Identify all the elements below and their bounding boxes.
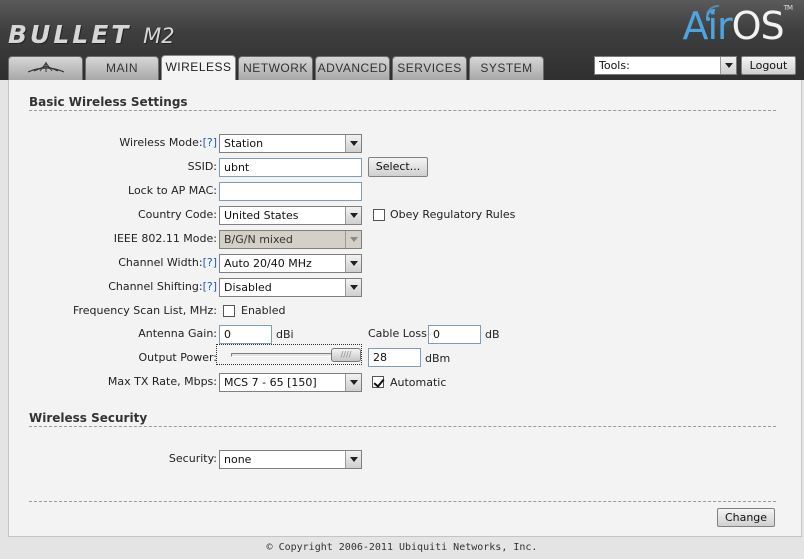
tools-select-value: Tools: [599, 59, 630, 72]
chevron-down-icon [720, 57, 736, 74]
chevron-down-icon [345, 451, 361, 468]
wireless-mode-select[interactable]: Station [219, 134, 362, 153]
ieee-mode-value: B/G/N mixed [224, 233, 293, 246]
airos-os-text: OS [731, 4, 785, 48]
airos-air-text: Air [682, 4, 732, 48]
lock-ap-mac-label: Lock to AP MAC: [128, 184, 217, 197]
footer-divider [29, 501, 776, 502]
lock-ap-mac-input[interactable] [219, 182, 362, 201]
ssid-input[interactable]: ubnt [219, 158, 362, 177]
slider-track[interactable] [231, 353, 341, 357]
tab-ubiquiti-home[interactable] [8, 56, 83, 80]
change-button[interactable]: Change [717, 508, 775, 527]
max-tx-rate-select[interactable]: MCS 7 - 65 [150] [219, 373, 362, 392]
brand-name: BULLET [8, 20, 132, 49]
automatic-rate-label: Automatic [390, 376, 447, 389]
antenna-gain-input[interactable]: 0 [219, 325, 272, 344]
cable-loss-label: Cable Loss: [368, 327, 431, 340]
output-power-input[interactable]: 28 [368, 348, 421, 367]
copyright-text: © Copyright 2006-2011 Ubiquiti Networks,… [266, 542, 538, 553]
antenna-gain-label: Antenna Gain: [138, 327, 217, 340]
security-label: Security: [168, 452, 217, 465]
chevron-down-icon [345, 374, 361, 391]
chevron-down-icon [345, 135, 361, 152]
tab-system[interactable]: SYSTEM [469, 56, 544, 80]
wireless-mode-label-text: Wireless Mode: [119, 136, 203, 149]
freq-scan-enabled-checkbox[interactable] [223, 305, 235, 317]
country-code-value: United States [224, 209, 299, 222]
cable-loss-input[interactable]: 0 [428, 325, 481, 344]
channel-shifting-select[interactable]: Disabled [219, 278, 362, 297]
tab-network[interactable]: NETWORK [238, 56, 313, 80]
brand-model: M2 [143, 24, 175, 48]
bullet-logo: BULLET M2 [8, 20, 175, 49]
tab-services[interactable]: SERVICES [392, 56, 467, 80]
wireless-mode-value: Station [224, 137, 264, 150]
country-code-label: Country Code: [137, 208, 217, 221]
tools-select[interactable]: Tools: [594, 56, 737, 75]
obey-regulatory-checkbox[interactable] [373, 209, 385, 221]
output-power-label: Output Power: [138, 351, 217, 364]
country-code-select[interactable]: United States [219, 206, 362, 225]
ssid-select-button[interactable]: Select... [368, 157, 428, 177]
wireless-mode-label: Wireless Mode:[?] [9, 136, 217, 150]
cable-loss-unit: dB [485, 328, 500, 341]
max-tx-rate-value: MCS 7 - 65 [150] [224, 376, 317, 389]
section-divider [29, 110, 776, 111]
channel-shifting-label: Channel Shifting:[?] [9, 280, 217, 294]
channel-width-value: Auto 20/40 MHz [224, 257, 312, 270]
security-select[interactable]: none [219, 450, 362, 469]
slider-thumb[interactable]: //// [331, 348, 361, 362]
logout-button[interactable]: Logout [741, 56, 796, 75]
header-bar: BULLET M2 AirOSTM MAIN WIRELESS NETWORK … [0, 0, 804, 81]
basic-wireless-title: Basic Wireless Settings [29, 95, 188, 109]
ssid-label: SSID: [187, 160, 217, 173]
chevron-down-icon [345, 279, 361, 296]
automatic-rate-checkbox[interactable] [372, 376, 384, 388]
content-panel: Basic Wireless Settings Wireless Mode:[?… [8, 80, 802, 537]
channel-shifting-value: Disabled [224, 281, 272, 294]
trademark-mark: TM [783, 4, 793, 12]
ieee-mode-label: IEEE 802.11 Mode: [113, 232, 217, 245]
section-divider [29, 426, 776, 427]
security-value: none [224, 453, 252, 466]
chevron-down-icon [345, 207, 361, 224]
channel-shifting-help-link[interactable]: [?] [203, 280, 217, 293]
ieee-mode-select: B/G/N mixed [219, 230, 362, 249]
channel-width-label-text: Channel Width: [118, 256, 203, 269]
channel-width-select[interactable]: Auto 20/40 MHz [219, 254, 362, 273]
wireless-security-title: Wireless Security [29, 411, 148, 425]
chevron-down-icon [345, 231, 361, 248]
tab-main[interactable]: MAIN [85, 56, 159, 80]
max-tx-rate-label: Max TX Rate, Mbps: [107, 375, 217, 388]
chevron-down-icon [345, 255, 361, 272]
airos-logo: AirOSTM [682, 4, 793, 48]
wireless-mode-help-link[interactable]: [?] [203, 136, 217, 149]
antenna-gain-unit: dBi [276, 328, 294, 341]
obey-regulatory-label: Obey Regulatory Rules [390, 208, 516, 221]
channel-width-label: Channel Width:[?] [9, 256, 217, 270]
ubiquiti-logo-icon [27, 62, 64, 73]
tab-wireless[interactable]: WIRELESS [161, 55, 236, 81]
freq-scan-enabled-label: Enabled [241, 304, 286, 317]
freq-scan-label: Frequency Scan List, MHz: [72, 304, 217, 317]
output-power-unit: dBm [425, 352, 451, 365]
channel-width-help-link[interactable]: [?] [203, 256, 217, 269]
tab-advanced[interactable]: ADVANCED [315, 56, 390, 80]
channel-shifting-label-text: Channel Shifting: [108, 280, 203, 293]
output-power-slider[interactable]: //// [216, 344, 362, 365]
